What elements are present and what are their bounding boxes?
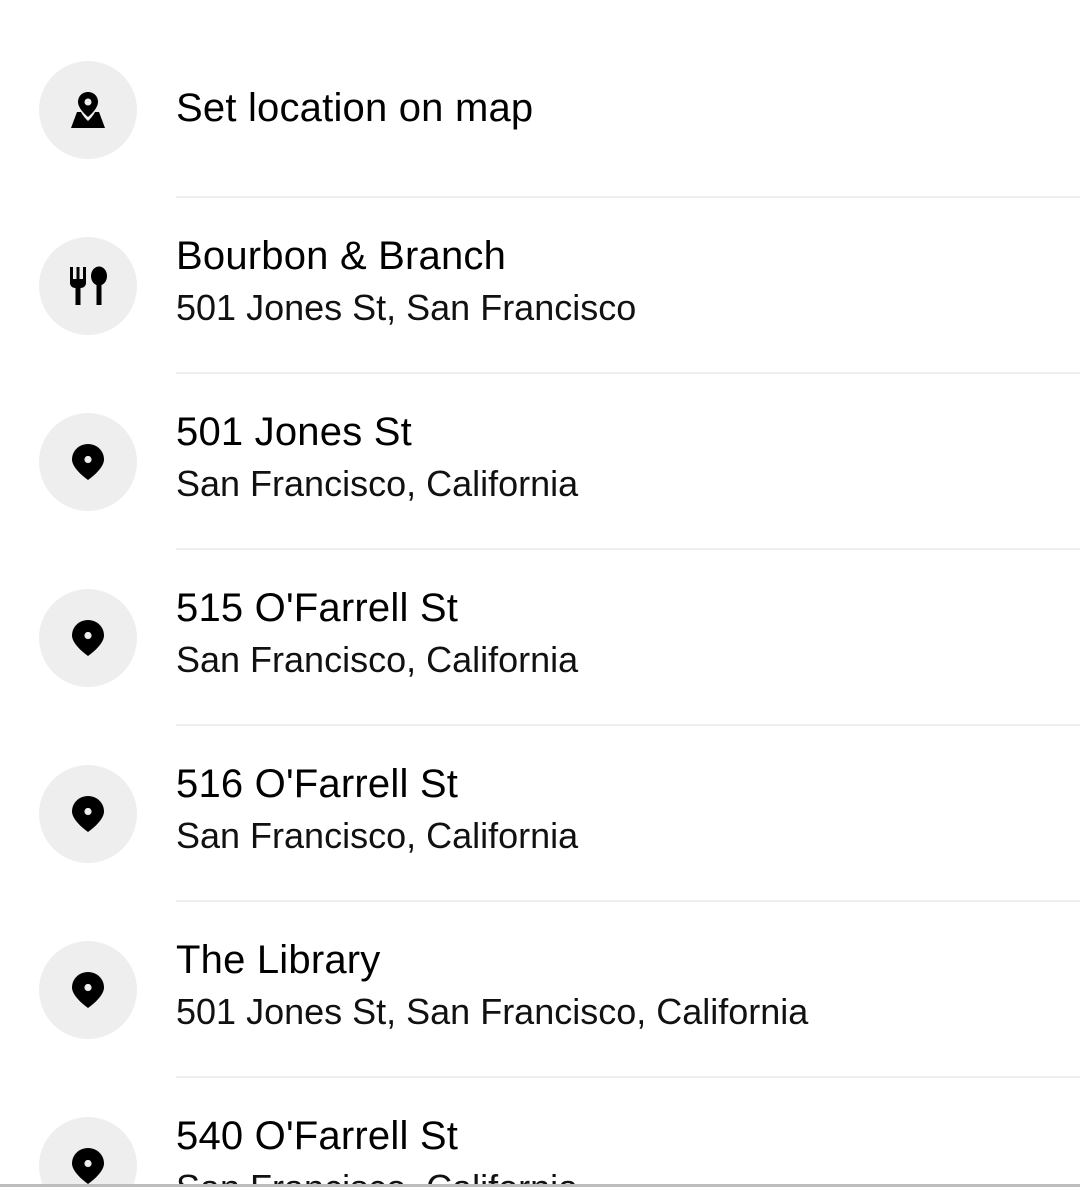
list-item-text: 516 O'Farrell St San Francisco, Californ… <box>176 760 1080 858</box>
location-pin-icon <box>39 941 137 1039</box>
set-location-on-map-row[interactable]: Set location on map <box>0 22 1080 198</box>
list-item-title: 540 O'Farrell St <box>176 1114 459 1158</box>
list-item-text: 540 O'Farrell St San Francisco, Californ… <box>176 1112 1080 1184</box>
list-item-subtitle: San Francisco, California <box>176 1166 1080 1184</box>
location-pin-icon <box>39 589 137 687</box>
list-item-text: Bourbon & Branch 501 Jones St, San Franc… <box>176 232 1080 330</box>
location-pin-icon <box>39 413 137 511</box>
list-item[interactable]: Bourbon & Branch 501 Jones St, San Franc… <box>0 198 1080 374</box>
list-item-subtitle: San Francisco, California <box>176 463 579 504</box>
list-item-subtitle: 501 Jones St, San Francisco, California <box>176 991 809 1032</box>
list-item-subtitle: San Francisco, California <box>176 639 579 680</box>
list-item-title: 516 O'Farrell St <box>176 762 459 806</box>
set-location-text: Set location on map <box>176 84 1080 132</box>
list-item-title: 501 Jones St <box>176 410 412 454</box>
list-item[interactable]: 516 O'Farrell St San Francisco, Californ… <box>0 726 1080 902</box>
list-item-text: 501 Jones St San Francisco, California <box>176 408 1080 506</box>
restaurant-icon <box>39 237 137 335</box>
list-item-title: Bourbon & Branch <box>176 234 507 278</box>
list-item-title: 515 O'Farrell St <box>176 586 459 630</box>
list-item[interactable]: The Library 501 Jones St, San Francisco,… <box>0 902 1080 1078</box>
list-item-subtitle: 501 Jones St, San Francisco <box>176 287 637 328</box>
list-item[interactable]: 515 O'Farrell St San Francisco, Californ… <box>0 550 1080 726</box>
location-pin-icon <box>39 765 137 863</box>
list-item-text: The Library 501 Jones St, San Francisco,… <box>176 936 1080 1034</box>
list-item[interactable]: 501 Jones St San Francisco, California <box>0 374 1080 550</box>
map-pin-icon <box>39 61 137 159</box>
list-item-title: The Library <box>176 938 381 982</box>
set-location-label: Set location on map <box>176 86 534 130</box>
list-item[interactable]: 540 O'Farrell St San Francisco, Californ… <box>0 1078 1080 1184</box>
location-suggestions-list: Set location on map Bourbon & Branch 501… <box>0 0 1080 1187</box>
list-item-text: 515 O'Farrell St San Francisco, Californ… <box>176 584 1080 682</box>
list-item-subtitle: San Francisco, California <box>176 815 579 856</box>
location-pin-icon <box>39 1117 137 1184</box>
